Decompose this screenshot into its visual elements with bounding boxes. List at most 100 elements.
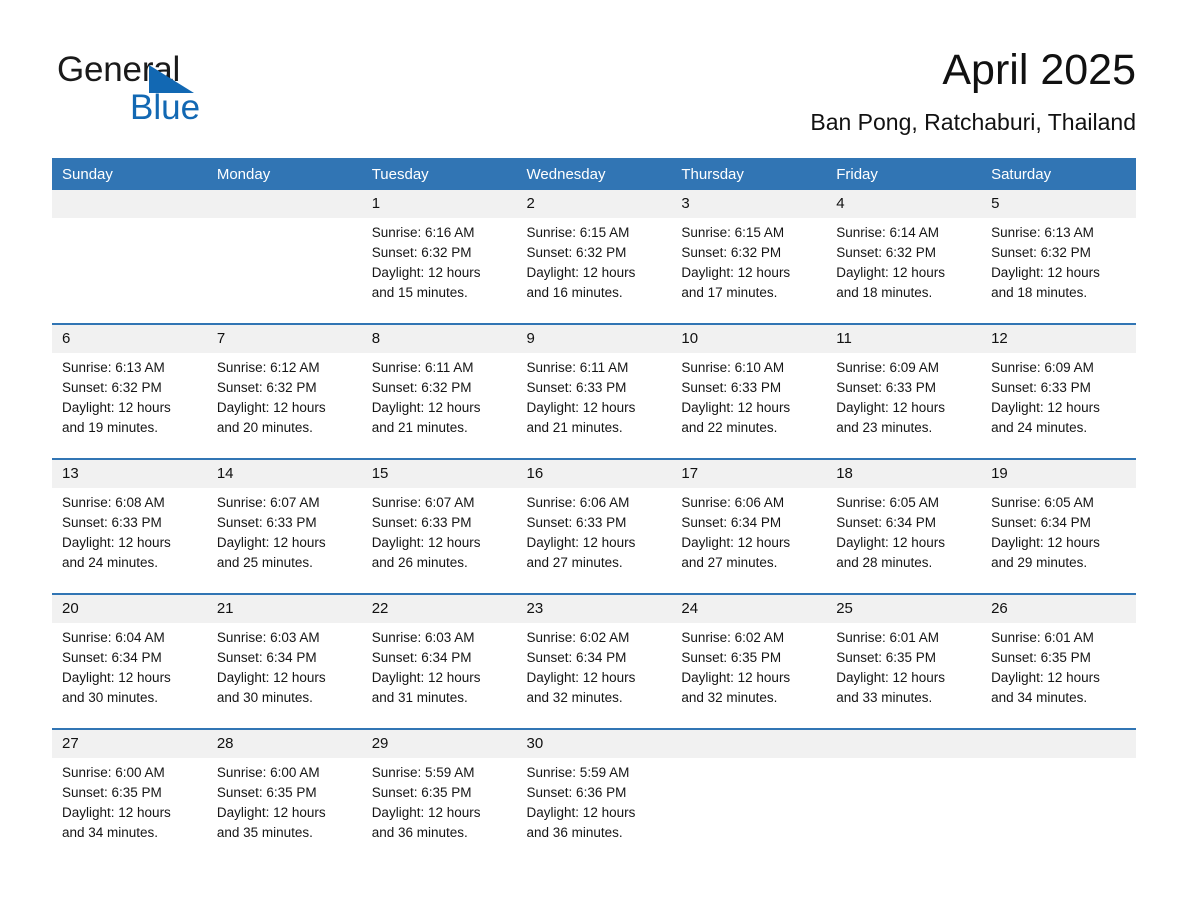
sunrise-text: Sunrise: 6:08 AM xyxy=(62,495,165,510)
week-row-daynumbers: 1 2 3 4 5 xyxy=(52,190,1136,218)
day-number[interactable]: 30 xyxy=(516,728,672,758)
day-cell[interactable]: Sunrise: 6:02 AM Sunset: 6:34 PM Dayligh… xyxy=(516,623,672,729)
day-cell[interactable]: Sunrise: 6:11 AM Sunset: 6:33 PM Dayligh… xyxy=(516,353,672,459)
general-blue-logo[interactable]: General Blue xyxy=(57,50,317,130)
sunset-text: Sunset: 6:32 PM xyxy=(371,245,472,260)
day-number xyxy=(52,190,207,218)
sunset-text: Sunset: 6:33 PM xyxy=(526,515,627,530)
day-cell[interactable]: Sunrise: 6:13 AM Sunset: 6:32 PM Dayligh… xyxy=(52,353,207,459)
day-number[interactable]: 8 xyxy=(361,323,517,353)
sunset-text: Sunset: 6:35 PM xyxy=(216,785,317,800)
day-cell[interactable]: Sunrise: 6:08 AM Sunset: 6:33 PM Dayligh… xyxy=(52,488,207,594)
daylight-text-line1: Daylight: 12 hours xyxy=(526,670,636,685)
daylight-text-line2: and 26 minutes. xyxy=(371,555,468,570)
day-cell[interactable]: Sunrise: 6:02 AM Sunset: 6:35 PM Dayligh… xyxy=(671,623,827,729)
day-cell[interactable]: Sunrise: 6:10 AM Sunset: 6:33 PM Dayligh… xyxy=(671,353,827,459)
daylight-text-line1: Daylight: 12 hours xyxy=(526,535,636,550)
sunset-text: Sunset: 6:34 PM xyxy=(526,650,627,665)
daylight-text-line1: Daylight: 12 hours xyxy=(681,265,791,280)
day-cell[interactable]: Sunrise: 6:03 AM Sunset: 6:34 PM Dayligh… xyxy=(206,623,362,729)
day-cell[interactable]: Sunrise: 6:07 AM Sunset: 6:33 PM Dayligh… xyxy=(206,488,362,594)
day-number[interactable]: 1 xyxy=(361,190,517,218)
day-number[interactable]: 2 xyxy=(516,190,672,218)
day-cell[interactable]: Sunrise: 6:14 AM Sunset: 6:32 PM Dayligh… xyxy=(826,218,982,324)
day-cell-empty xyxy=(206,218,362,324)
week-row-daynumbers: 13 14 15 16 17 18 19 xyxy=(52,458,1136,488)
day-number[interactable]: 17 xyxy=(671,458,827,488)
day-number[interactable]: 27 xyxy=(52,728,207,758)
day-cell[interactable]: Sunrise: 6:06 AM Sunset: 6:33 PM Dayligh… xyxy=(516,488,672,594)
day-cell[interactable]: Sunrise: 6:01 AM Sunset: 6:35 PM Dayligh… xyxy=(826,623,982,729)
day-number[interactable]: 18 xyxy=(826,458,982,488)
day-cell[interactable]: Sunrise: 6:09 AM Sunset: 6:33 PM Dayligh… xyxy=(826,353,982,459)
daylight-text-line1: Daylight: 12 hours xyxy=(216,670,326,685)
day-number[interactable]: 10 xyxy=(671,323,827,353)
day-number xyxy=(671,728,827,758)
sunset-text: Sunset: 6:33 PM xyxy=(371,515,472,530)
day-cell[interactable]: Sunrise: 6:15 AM Sunset: 6:32 PM Dayligh… xyxy=(671,218,827,324)
day-number xyxy=(981,728,1136,758)
day-cell[interactable]: Sunrise: 6:16 AM Sunset: 6:32 PM Dayligh… xyxy=(361,218,517,324)
day-number[interactable]: 5 xyxy=(981,190,1136,218)
day-cell[interactable]: Sunrise: 6:11 AM Sunset: 6:32 PM Dayligh… xyxy=(361,353,517,459)
sunrise-text: Sunrise: 6:10 AM xyxy=(681,360,785,375)
day-number[interactable]: 29 xyxy=(361,728,517,758)
day-number[interactable]: 4 xyxy=(826,190,982,218)
weekday-header-saturday: Saturday xyxy=(981,158,1136,190)
day-cell[interactable]: Sunrise: 6:01 AM Sunset: 6:35 PM Dayligh… xyxy=(981,623,1136,729)
day-number[interactable]: 26 xyxy=(981,593,1136,623)
day-cell[interactable]: Sunrise: 6:13 AM Sunset: 6:32 PM Dayligh… xyxy=(981,218,1136,324)
day-cell[interactable]: Sunrise: 6:03 AM Sunset: 6:34 PM Dayligh… xyxy=(361,623,517,729)
daylight-text-line2: and 18 minutes. xyxy=(991,285,1088,300)
weekday-header-monday: Monday xyxy=(206,158,362,190)
day-cell-empty xyxy=(981,758,1136,863)
day-cell[interactable]: Sunrise: 6:00 AM Sunset: 6:35 PM Dayligh… xyxy=(52,758,207,863)
day-number[interactable]: 20 xyxy=(52,593,207,623)
sunrise-text: Sunrise: 6:00 AM xyxy=(62,765,165,780)
day-cell[interactable]: Sunrise: 6:00 AM Sunset: 6:35 PM Dayligh… xyxy=(206,758,362,863)
day-cell[interactable]: Sunrise: 6:04 AM Sunset: 6:34 PM Dayligh… xyxy=(52,623,207,729)
daylight-text-line2: and 30 minutes. xyxy=(216,690,313,705)
day-number[interactable]: 15 xyxy=(361,458,517,488)
day-number[interactable]: 13 xyxy=(52,458,207,488)
day-number[interactable]: 3 xyxy=(671,190,827,218)
day-number[interactable]: 21 xyxy=(206,593,362,623)
day-cell[interactable]: Sunrise: 5:59 AM Sunset: 6:36 PM Dayligh… xyxy=(516,758,672,863)
daylight-text-line1: Daylight: 12 hours xyxy=(991,535,1100,550)
day-cell[interactable]: Sunrise: 6:15 AM Sunset: 6:32 PM Dayligh… xyxy=(516,218,672,324)
day-number[interactable]: 25 xyxy=(826,593,982,623)
day-number[interactable]: 28 xyxy=(206,728,362,758)
day-number[interactable]: 23 xyxy=(516,593,672,623)
daylight-text-line2: and 24 minutes. xyxy=(62,555,159,570)
day-number[interactable]: 11 xyxy=(826,323,982,353)
sunset-text: Sunset: 6:32 PM xyxy=(681,245,782,260)
day-number[interactable]: 9 xyxy=(516,323,672,353)
day-cell[interactable]: Sunrise: 6:06 AM Sunset: 6:34 PM Dayligh… xyxy=(671,488,827,594)
calendar-grid: Sunday Monday Tuesday Wednesday Thursday… xyxy=(52,158,1136,863)
daylight-text-line1: Daylight: 12 hours xyxy=(62,670,171,685)
page-header: General Blue April 2025 Ban Pong, Ratcha… xyxy=(0,0,1188,158)
sunset-text: Sunset: 6:35 PM xyxy=(681,650,782,665)
daylight-text-line1: Daylight: 12 hours xyxy=(371,265,481,280)
day-number[interactable]: 22 xyxy=(361,593,517,623)
day-cell[interactable]: Sunrise: 6:05 AM Sunset: 6:34 PM Dayligh… xyxy=(826,488,982,594)
day-cell[interactable]: Sunrise: 5:59 AM Sunset: 6:35 PM Dayligh… xyxy=(361,758,517,863)
week-row-daynumbers: 6 7 8 9 10 11 12 xyxy=(52,323,1136,353)
day-cell[interactable]: Sunrise: 6:05 AM Sunset: 6:34 PM Dayligh… xyxy=(981,488,1136,594)
day-number[interactable]: 7 xyxy=(206,323,362,353)
day-number[interactable]: 14 xyxy=(206,458,362,488)
daylight-text-line1: Daylight: 12 hours xyxy=(991,670,1100,685)
day-number[interactable]: 12 xyxy=(981,323,1136,353)
sunrise-text: Sunrise: 6:03 AM xyxy=(371,630,475,645)
day-cell[interactable]: Sunrise: 6:12 AM Sunset: 6:32 PM Dayligh… xyxy=(206,353,362,459)
sunset-text: Sunset: 6:34 PM xyxy=(836,515,937,530)
daylight-text-line1: Daylight: 12 hours xyxy=(371,670,481,685)
day-number[interactable]: 24 xyxy=(671,593,827,623)
day-cell[interactable]: Sunrise: 6:09 AM Sunset: 6:33 PM Dayligh… xyxy=(981,353,1136,459)
day-cell-empty xyxy=(52,218,207,324)
day-number[interactable]: 16 xyxy=(516,458,672,488)
day-number[interactable]: 6 xyxy=(52,323,207,353)
day-number[interactable]: 19 xyxy=(981,458,1136,488)
sunset-text: Sunset: 6:33 PM xyxy=(681,380,782,395)
day-cell[interactable]: Sunrise: 6:07 AM Sunset: 6:33 PM Dayligh… xyxy=(361,488,517,594)
